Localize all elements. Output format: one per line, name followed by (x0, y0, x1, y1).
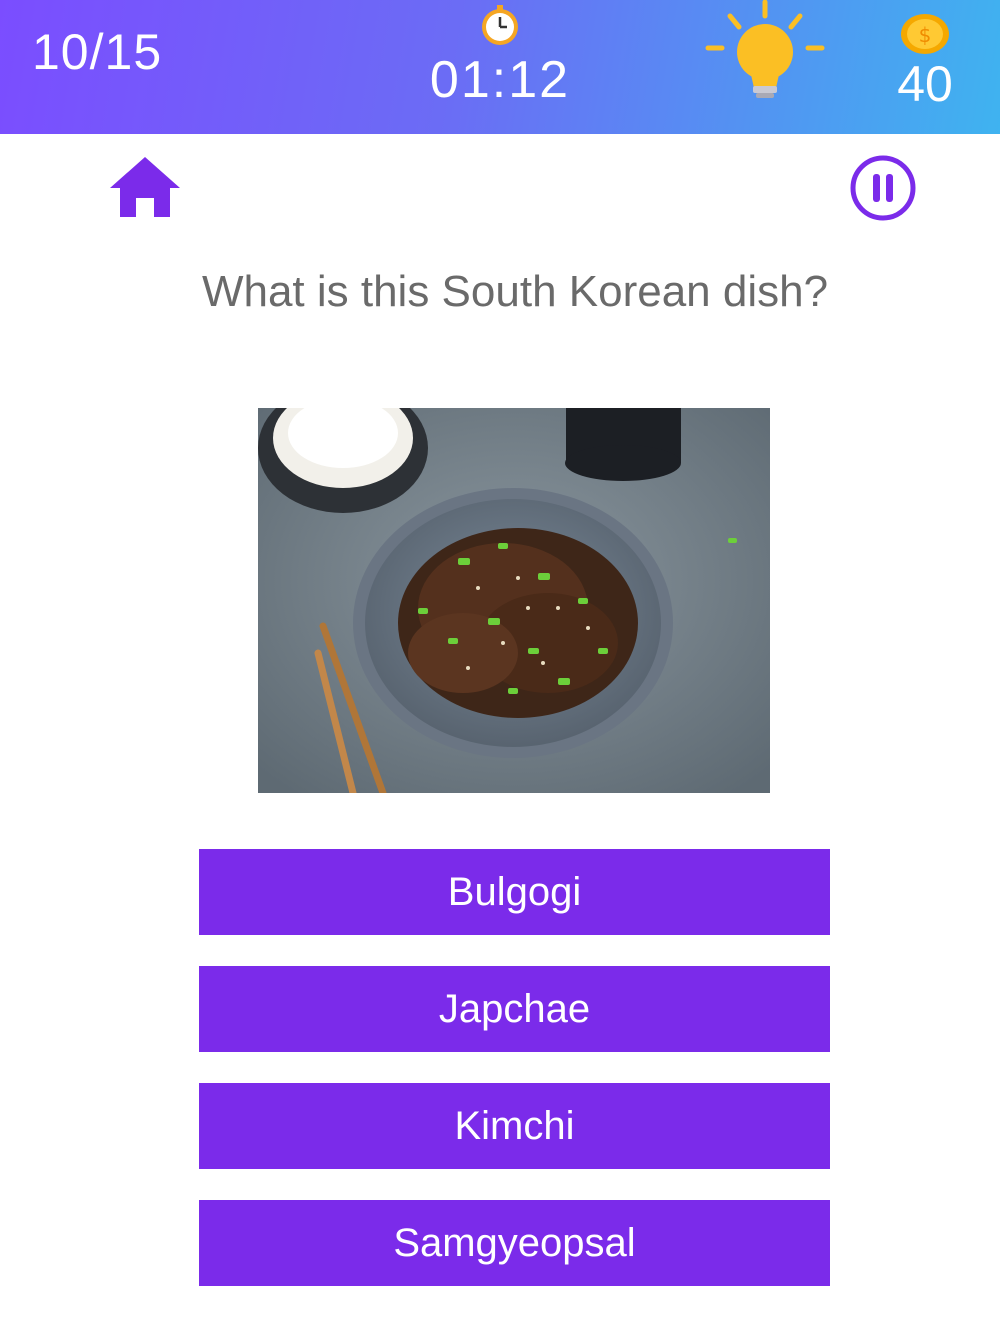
home-button[interactable] (108, 154, 182, 220)
countdown-timer: 01:12 (429, 51, 571, 109)
coin-count: 40 (897, 56, 953, 112)
coin-icon: $ (899, 12, 951, 56)
pause-icon (850, 155, 916, 221)
lightbulb-icon[interactable] (700, 0, 830, 104)
answer-option-3[interactable]: Kimchi (199, 1083, 830, 1169)
question-progress: 10/15 (32, 24, 163, 80)
clock-icon (477, 5, 523, 47)
top-status-bar: 10/15 01:12 $ 40 (0, 0, 1000, 134)
home-icon (110, 157, 180, 217)
answer-option-2[interactable]: Japchae (199, 966, 830, 1052)
answer-option-1[interactable]: Bulgogi (199, 849, 830, 935)
question-text: What is this South Korean dish? (201, 267, 829, 316)
answer-option-4[interactable]: Samgyeopsal (199, 1200, 830, 1286)
svg-text:$: $ (919, 23, 932, 47)
pause-button[interactable] (848, 153, 918, 223)
dish-photo (258, 408, 770, 793)
